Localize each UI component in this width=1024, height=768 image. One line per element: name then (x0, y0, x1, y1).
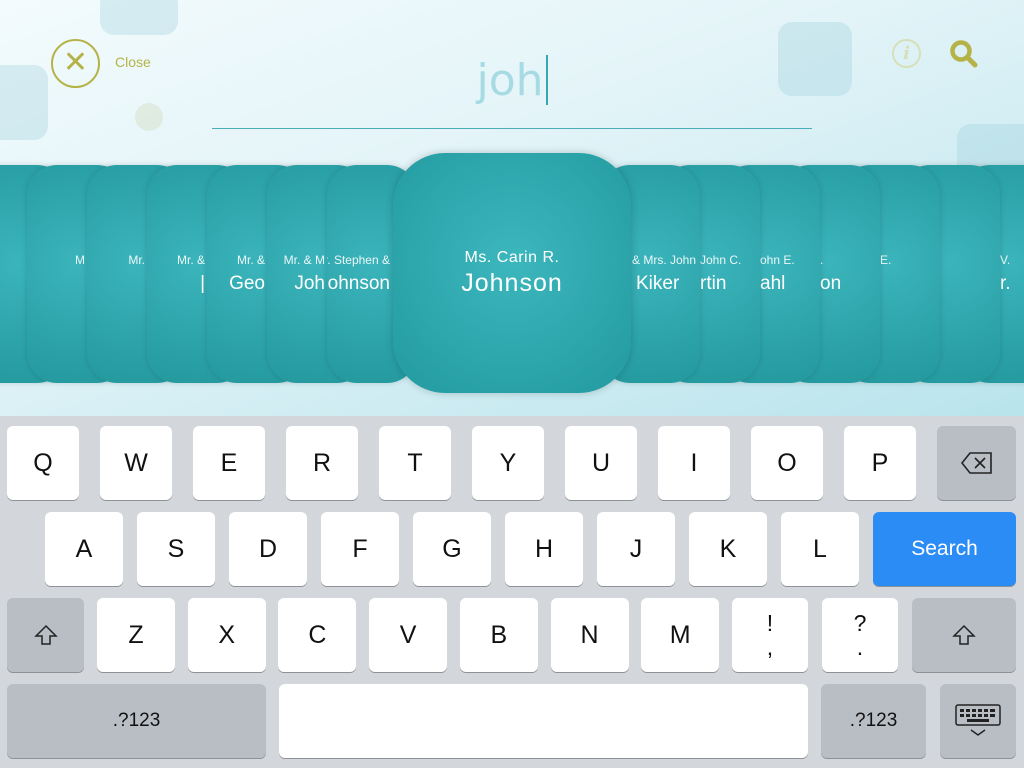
key-i[interactable]: I (658, 426, 730, 500)
key-s[interactable]: S (137, 512, 215, 586)
key-l[interactable]: L (781, 512, 859, 586)
key-j[interactable]: J (597, 512, 675, 586)
contact-surname: Joh (294, 273, 325, 294)
key-d[interactable]: D (229, 512, 307, 586)
contact-surname: Johnson (461, 269, 563, 297)
contact-prefix: V. (1000, 253, 1011, 267)
key-r[interactable]: R (286, 426, 358, 500)
search-underline (212, 128, 812, 129)
close-button[interactable]: ✕ (51, 39, 100, 88)
key-c[interactable]: C (278, 598, 357, 672)
key-t[interactable]: T (379, 426, 451, 500)
contact-prefix: Ms. Carin R. (464, 249, 560, 266)
shift-icon (952, 624, 976, 645)
search-key[interactable]: Search (873, 512, 1016, 586)
key-o[interactable]: O (751, 426, 823, 500)
contact-prefix: Mr. Stephen & (327, 253, 390, 267)
contact-prefix: . (820, 253, 824, 267)
search-query-text: joh (476, 55, 544, 106)
selected-contact-card[interactable]: Ms. Carin R. Johnson (393, 153, 631, 393)
hide-keyboard-key[interactable] (940, 684, 1016, 758)
contact-surname: Johnson (327, 273, 390, 294)
x-icon: ✕ (62, 46, 89, 79)
key-label: . (856, 634, 864, 660)
key-label: ? (853, 610, 867, 636)
contact-prefix: E. (880, 253, 892, 267)
contact-surname: on (820, 273, 842, 294)
contact-surname: Geo (229, 273, 265, 294)
contact-prefix: & Mrs. John H. (632, 253, 700, 267)
key-h[interactable]: H (505, 512, 583, 586)
search-input[interactable]: joh (212, 55, 812, 106)
contact-prefix: John C. (700, 253, 742, 267)
key-label: , (766, 634, 774, 660)
key-m[interactable]: M (641, 598, 720, 672)
key-exclamation[interactable]: !, (732, 598, 808, 672)
key-p[interactable]: P (844, 426, 916, 500)
backspace-key[interactable] (937, 426, 1016, 500)
key-n[interactable]: N (550, 598, 629, 672)
numbers-key-right[interactable]: .?123 (821, 684, 926, 758)
key-g[interactable]: G (413, 512, 491, 586)
contact-surname: | (200, 273, 205, 294)
key-question[interactable]: ?. (822, 598, 898, 672)
key-x[interactable]: X (187, 598, 266, 672)
contact-prefix: Mr. & (236, 253, 265, 267)
key-a[interactable]: A (45, 512, 123, 586)
key-y[interactable]: Y (472, 426, 544, 500)
key-label: ! (766, 610, 774, 636)
key-q[interactable]: Q (7, 426, 79, 500)
contact-surname: Kiker (636, 273, 680, 294)
key-v[interactable]: V (369, 598, 448, 672)
close-label[interactable]: Close (115, 54, 151, 70)
key-u[interactable]: U (565, 426, 637, 500)
key-f[interactable]: F (321, 512, 399, 586)
contact-prefix: ohn E. (760, 253, 795, 267)
contact-prefix: Mr. & (176, 253, 205, 267)
shift-icon (33, 624, 58, 645)
key-e[interactable]: E (193, 426, 265, 500)
key-z[interactable]: Z (97, 598, 175, 672)
info-icon[interactable]: i (892, 39, 921, 68)
space-key[interactable] (279, 684, 808, 758)
search-header-area: ✕ Close i joh M Mr. Mr. & | Mr. & Geo Mr. & MJ… (0, 0, 1024, 416)
contact-surname: rtin (700, 273, 727, 294)
numbers-key-left[interactable]: .?123 (7, 684, 266, 758)
shift-key-right[interactable] (912, 598, 1016, 672)
keyboard-hide-icon (955, 704, 1001, 736)
key-k[interactable]: K (689, 512, 767, 586)
key-b[interactable]: B (459, 598, 538, 672)
backspace-icon (960, 452, 992, 474)
search-icon[interactable] (948, 38, 980, 70)
contact-prefix: M (75, 253, 85, 267)
contact-prefix: Mr. (128, 253, 145, 267)
contact-surname: r. (1000, 273, 1011, 294)
key-w[interactable]: W (100, 426, 172, 500)
shift-key-left[interactable] (7, 598, 84, 672)
contact-surname: ahl (760, 273, 786, 294)
contact-prefix: Mr. & M (283, 253, 325, 267)
text-caret (545, 55, 548, 105)
